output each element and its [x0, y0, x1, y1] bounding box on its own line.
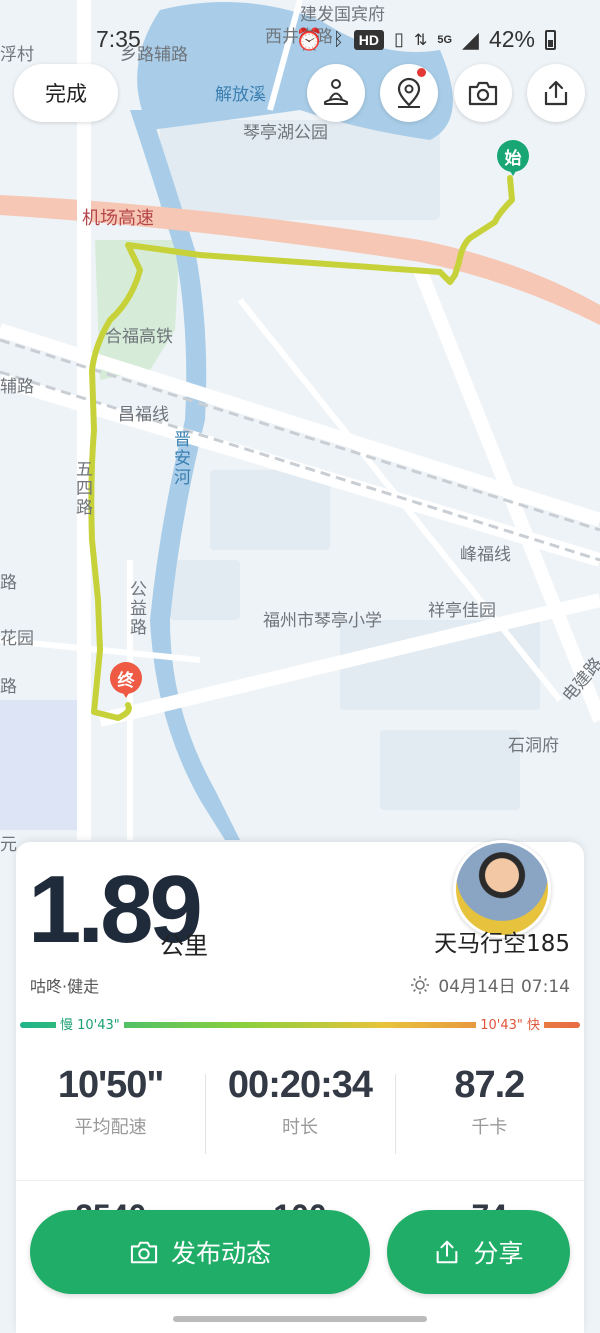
sun-icon — [411, 975, 430, 994]
stat-value: 87.2 — [454, 1064, 525, 1106]
map-label-left-yuan: 元 — [0, 835, 17, 855]
post-moment-label: 发布动态 — [170, 1239, 271, 1268]
pace-slow-label: 慢 10'43" — [56, 1014, 124, 1033]
map-label-left-lu2: 路 — [0, 677, 17, 697]
post-moment-button[interactable]: 发布动态 — [30, 1210, 370, 1294]
end-marker[interactable]: 终 — [110, 662, 144, 702]
username: 天马行空185 — [434, 931, 570, 957]
map-label-expressway: 机场高速 — [82, 208, 154, 229]
map-label-left-lu1: 路 — [0, 573, 17, 593]
share-button[interactable]: 分享 — [387, 1210, 570, 1294]
bluetooth-icon: ᛒ — [332, 29, 344, 49]
camera-icon — [468, 81, 498, 106]
map-label-left-garden: 花园 — [0, 629, 34, 649]
camera-icon — [130, 1241, 158, 1264]
status-icons: ⏰ ᛒ HD ▯ ⇅ 5G ◢ 42% — [296, 26, 556, 53]
map-label-school: 福州市琴亭小学 — [263, 611, 382, 631]
alarm-icon: ⏰ — [295, 26, 323, 52]
home-indicator[interactable] — [173, 1316, 427, 1322]
map-label-river2: 晋安河 — [170, 430, 190, 487]
location-button[interactable] — [380, 64, 438, 122]
share-label: 分享 — [473, 1239, 524, 1268]
workout-datetime: 04月14日 07:14 — [410, 972, 570, 997]
map-label-road-wusi: 五四路 — [72, 460, 92, 517]
map-label-river: 解放溪 — [215, 85, 266, 105]
data-arrows-icon: ⇅ — [413, 31, 428, 49]
status-bar: 7:35 ⏰ ᛒ HD ▯ ⇅ 5G ◢ 42% — [0, 20, 600, 60]
map-label-railway3: 峰福线 — [460, 545, 511, 565]
map-label-railway2: 昌福线 — [118, 405, 169, 425]
stat-label: 平均配速 — [74, 1117, 147, 1138]
datetime-text: 04月14日 07:14 — [438, 977, 570, 997]
stat-label: 千卡 — [471, 1117, 508, 1138]
start-marker[interactable]: 始 — [497, 140, 531, 180]
meditation-button[interactable] — [307, 64, 365, 122]
done-button[interactable]: 完成 — [14, 64, 118, 122]
stat-value: 10'50" — [57, 1064, 165, 1106]
share-upload-icon — [544, 80, 568, 106]
stat-duration: 00:20:34 时长 — [205, 1064, 394, 1154]
map-label-shidong: 石洞府 — [508, 736, 559, 756]
map-label-estate: 祥亭佳园 — [428, 601, 496, 621]
stats-row: 10'50" 平均配速 00:20:34 时长 87.2 千卡 — [16, 1064, 584, 1154]
stat-label: 时长 — [281, 1117, 318, 1138]
notification-dot — [417, 68, 426, 77]
map-label-left-road: 辅路 — [0, 377, 34, 397]
stat-value: 00:20:34 — [227, 1064, 373, 1106]
vibrate-icon: ▯ — [394, 29, 404, 49]
share-upload-icon — [437, 1240, 458, 1264]
meditation-icon — [324, 79, 348, 105]
stat-calories: 87.2 千卡 — [394, 1064, 584, 1154]
hd-badge: HD — [353, 29, 385, 50]
stats-divider — [16, 1180, 584, 1181]
battery-icon — [545, 29, 556, 50]
distance-unit: 公里 — [160, 932, 208, 960]
camera-button[interactable] — [454, 64, 512, 122]
pace-fast-label: 10'43" 快 — [476, 1014, 544, 1033]
status-time: 7:35 — [96, 26, 141, 52]
location-pin-icon — [397, 77, 421, 108]
network-label: 5G — [437, 33, 453, 46]
map-label-road-gongyi: 公益路 — [126, 580, 146, 637]
map-label-railway1: 合福高铁 — [105, 327, 173, 347]
battery-text: 42% — [488, 26, 535, 52]
signal-icon: ◢ — [462, 26, 479, 52]
map-label-park: 琴亭湖公园 — [243, 123, 328, 143]
activity-type: 咕咚·健走 — [30, 977, 100, 996]
export-button[interactable] — [527, 64, 585, 122]
stat-avg-pace: 10'50" 平均配速 — [16, 1064, 205, 1139]
